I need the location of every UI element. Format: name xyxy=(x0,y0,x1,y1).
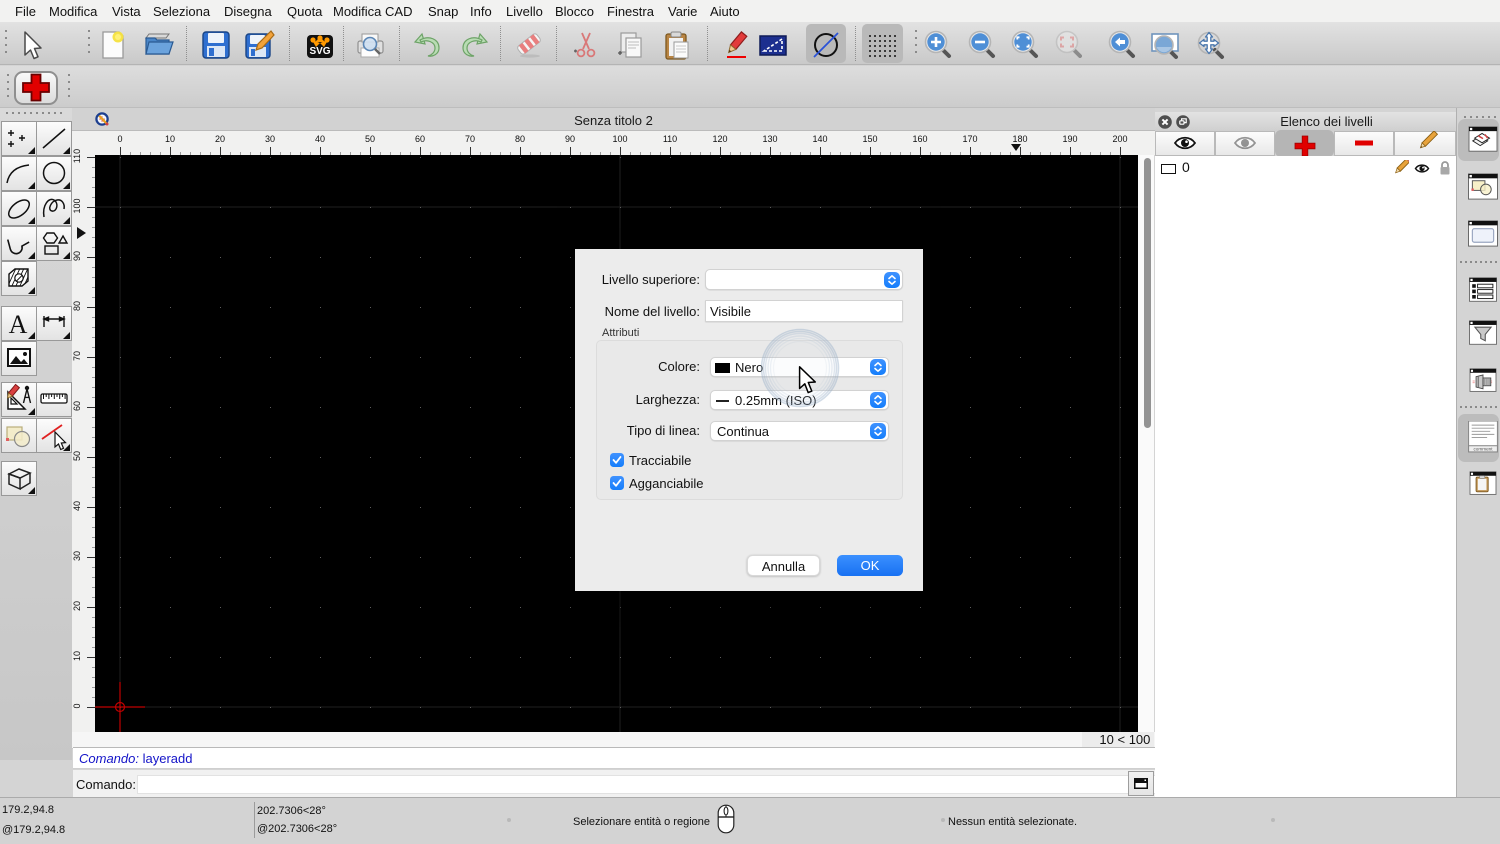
svg-text:SVG: SVG xyxy=(309,46,330,57)
svg-text:comment: comment xyxy=(1473,446,1493,451)
svg-text:A: A xyxy=(9,310,28,339)
